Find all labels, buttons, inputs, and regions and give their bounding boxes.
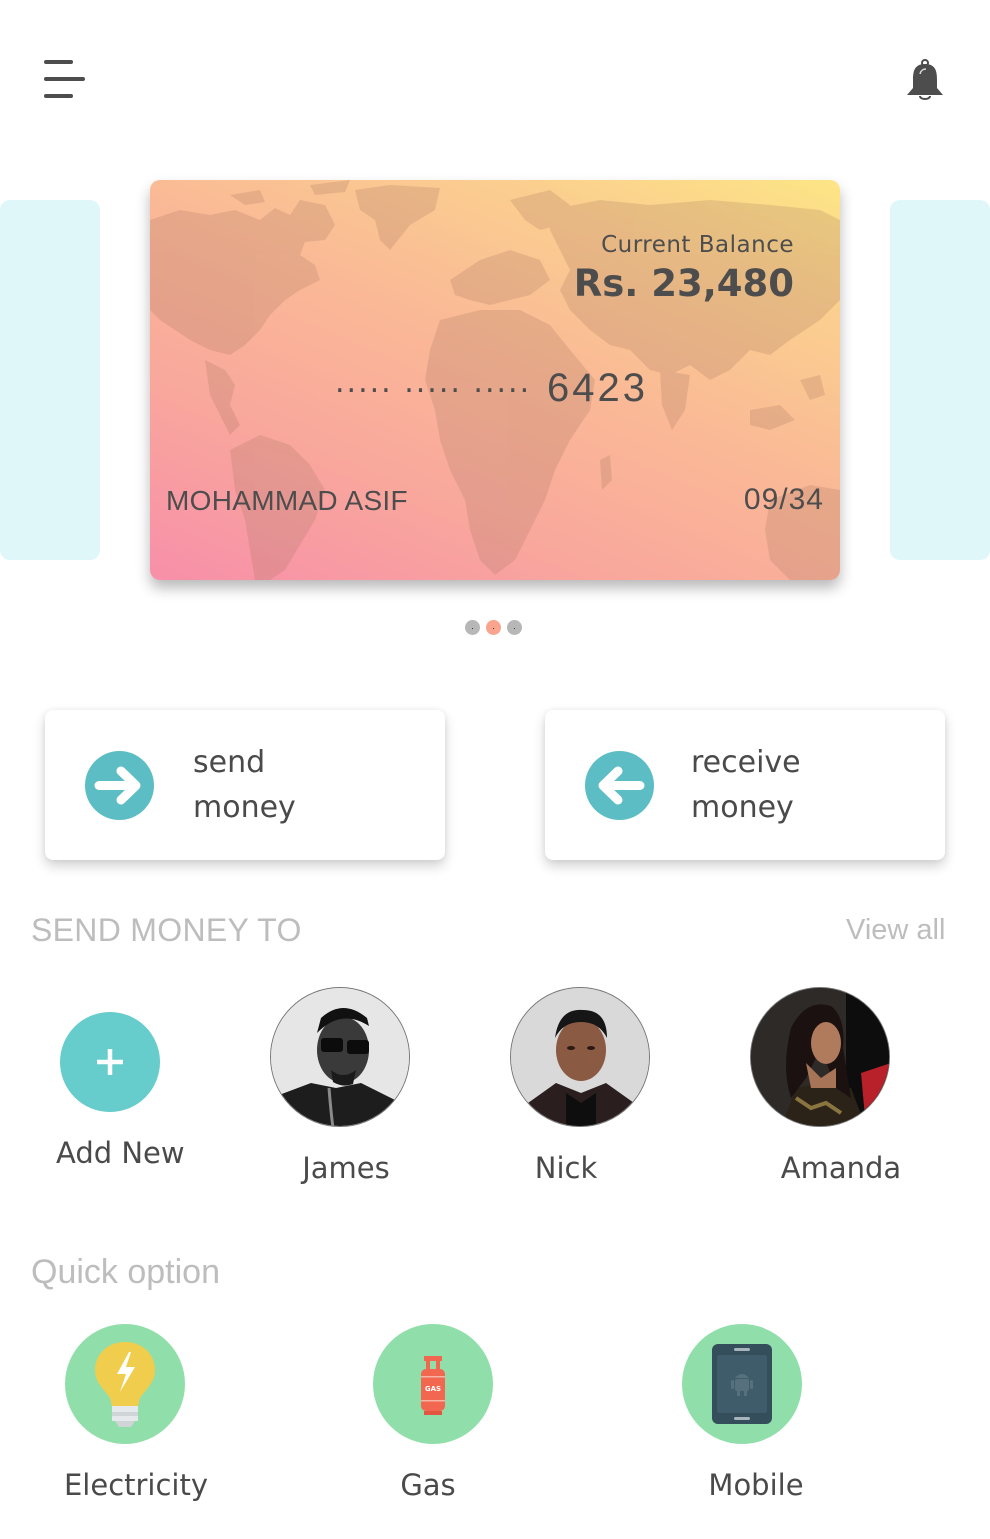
view-all-link[interactable]: View all xyxy=(846,914,945,947)
add-new-label[interactable]: Add New xyxy=(56,1136,185,1170)
send-money-to-heading: SEND MONEY TO xyxy=(31,912,302,948)
send-money-label: send money xyxy=(193,740,296,830)
contact-name-amanda[interactable]: Amanda xyxy=(741,1151,941,1185)
avatar-photo xyxy=(751,988,889,1126)
receive-money-button[interactable]: receive money xyxy=(545,710,945,860)
card-expiry: 09/34 xyxy=(743,483,824,516)
contact-avatar-nick[interactable] xyxy=(510,987,650,1127)
menu-line xyxy=(44,94,73,98)
electricity-label[interactable]: Electricity xyxy=(36,1468,236,1502)
avatar-photo xyxy=(511,988,649,1126)
receive-money-label: receive money xyxy=(691,740,801,830)
gas-option-button[interactable]: GAS xyxy=(373,1324,493,1444)
menu-line xyxy=(44,60,73,64)
avatar-photo xyxy=(271,988,409,1126)
add-new-contact-button[interactable] xyxy=(60,1012,160,1112)
receive-money-line2: money xyxy=(691,790,794,825)
card-last-four: 6423 xyxy=(547,366,648,410)
contact-avatar-james[interactable] xyxy=(270,987,410,1127)
mobile-phone-icon xyxy=(712,1344,772,1424)
gas-label[interactable]: Gas xyxy=(328,1468,528,1502)
receive-money-line1: receive xyxy=(691,745,801,780)
lightbulb-icon xyxy=(95,1342,155,1427)
arrow-left-circle-icon xyxy=(585,751,654,820)
send-money-line2: money xyxy=(193,790,296,825)
balance-amount: Rs. 23,480 xyxy=(573,262,794,305)
carousel-pagination xyxy=(465,620,522,635)
quick-option-heading: Quick option xyxy=(31,1253,220,1291)
electricity-option-button[interactable] xyxy=(65,1324,185,1444)
balance-card[interactable]: Current Balance Rs. 23,480 ..... ..... .… xyxy=(150,180,840,580)
carousel-dot-2-active[interactable] xyxy=(486,620,501,635)
hamburger-menu-icon[interactable] xyxy=(44,58,88,102)
gas-cylinder-icon: GAS xyxy=(421,1356,445,1415)
previous-card-preview[interactable] xyxy=(0,200,100,560)
carousel-dot-1[interactable] xyxy=(465,620,480,635)
bell-glyph xyxy=(907,59,943,100)
send-money-button[interactable]: send money xyxy=(45,710,445,860)
mobile-label[interactable]: Mobile xyxy=(656,1468,856,1502)
card-holder-name: MOHAMMAD ASIF xyxy=(166,485,408,516)
send-money-line1: send xyxy=(193,745,266,780)
gas-cylinder-text: GAS xyxy=(425,1385,441,1393)
balance-label: Current Balance xyxy=(601,232,794,258)
carousel-dot-3[interactable] xyxy=(507,620,522,635)
arrow-right-circle-icon xyxy=(85,751,154,820)
mobile-option-button[interactable] xyxy=(682,1324,802,1444)
next-card-preview[interactable] xyxy=(890,200,990,560)
contact-name-nick[interactable]: Nick xyxy=(466,1151,666,1185)
plus-icon xyxy=(97,1049,123,1075)
masked-card-number: ..... ..... ..... xyxy=(335,365,532,400)
bell-icon[interactable] xyxy=(904,58,946,102)
menu-line xyxy=(44,77,85,81)
contact-name-james[interactable]: James xyxy=(246,1151,446,1185)
contact-avatar-amanda[interactable] xyxy=(750,987,890,1127)
